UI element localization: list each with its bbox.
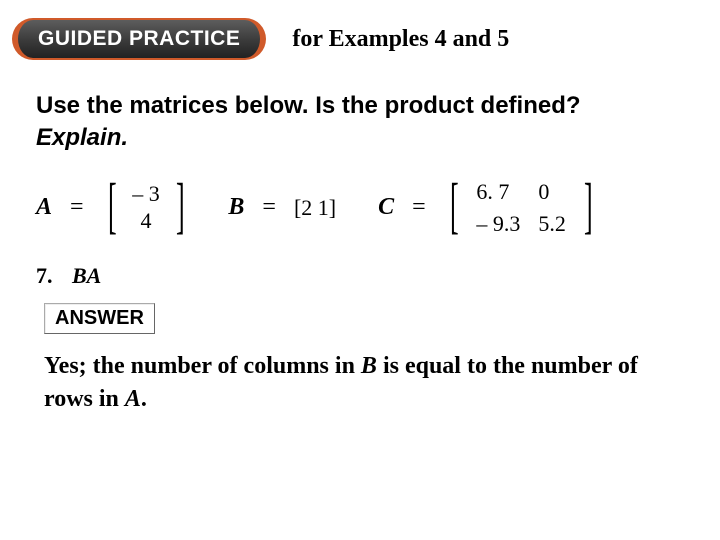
answer-label-box: ANSWER [44,303,155,334]
examples-subtitle: for Examples 4 and 5 [292,26,509,53]
matrix-a-label: A [36,194,52,221]
question-line: 7. BA [0,245,720,293]
equals-sign: = [70,194,84,221]
header: GUIDED PRACTICE for Examples 4 and 5 [0,0,720,68]
guided-practice-pill: GUIDED PRACTICE [12,18,266,60]
matrix-c-11: 6. 7 [476,179,520,205]
matrix-a-r1: – 3 [132,181,160,207]
instruction-text: Use the matrices below. Is the product d… [0,68,720,163]
equals-sign: = [412,194,426,221]
equals-sign: = [262,194,276,221]
instruction-line1: Use the matrices below. Is the product d… [36,92,581,119]
matrix-c-12: 0 [538,179,566,205]
instruction-explain: Explain. [36,124,128,151]
matrix-c-21: – 9.3 [476,211,520,237]
matrix-c-22: 5.2 [538,211,566,237]
right-bracket-icon: ] [176,175,185,237]
answer-text: Yes; the number of columns in B is equal… [0,340,720,427]
answer-var-b: B [361,353,377,379]
answer-post: . [141,386,147,412]
matrices-row: A = [ – 3 4 ] B = [2 1] C = [ 6. 7 0 – 9… [0,163,720,245]
question-number: 7. [36,263,53,288]
matrix-c-values: 6. 7 0 – 9.3 5.2 [472,179,570,237]
matrix-c-label: C [378,194,394,221]
question-expression: BA [72,263,101,288]
left-bracket-icon: [ [450,175,459,237]
matrix-b-label: B [228,194,244,221]
matrix-a-values: – 3 4 [130,181,162,234]
left-bracket-icon: [ [108,175,117,237]
matrix-a-r2: 4 [140,208,151,234]
right-bracket-icon: ] [584,175,593,237]
answer-pre: Yes; the number of columns in [44,353,361,379]
answer-var-a: A [125,386,141,412]
matrix-b-value: [2 1] [294,195,336,221]
